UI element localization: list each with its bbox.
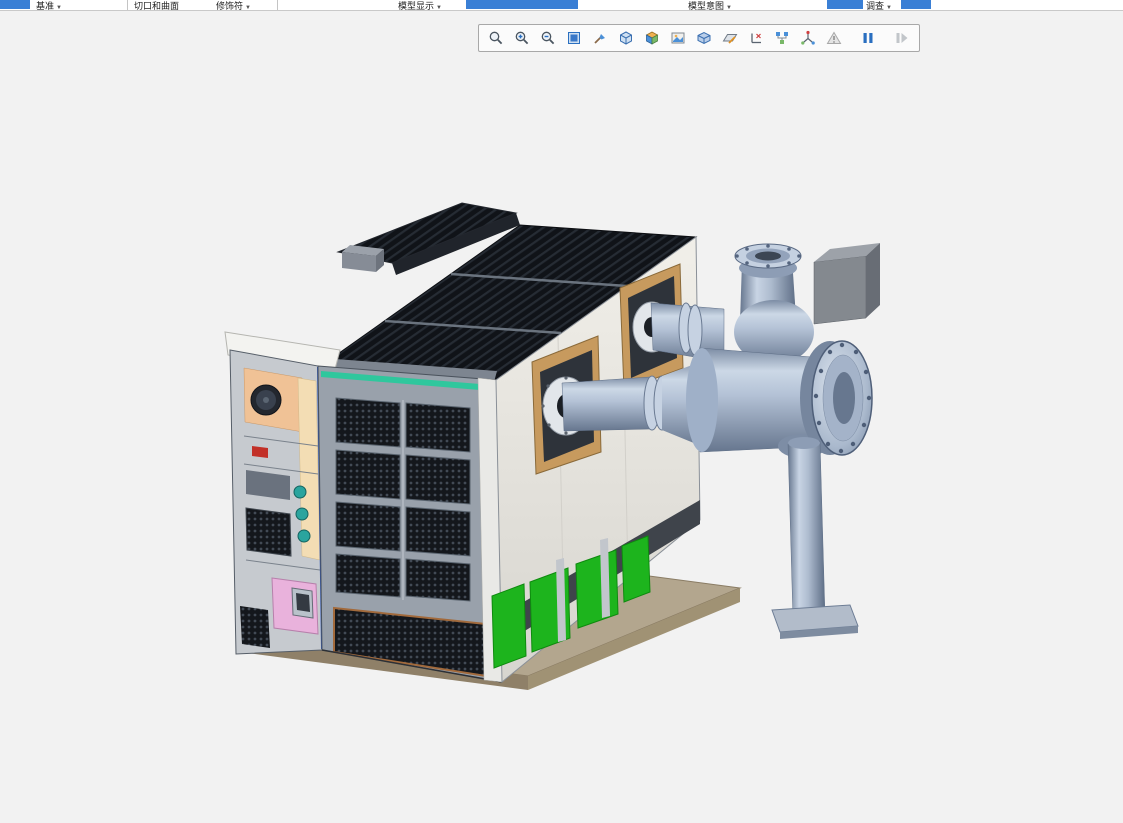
cooling-fan	[250, 384, 282, 416]
annotation-display-button[interactable]	[745, 27, 767, 49]
3d-viewport[interactable]	[0, 11, 1123, 818]
ribbon-button-fragment[interactable]	[827, 0, 863, 9]
chevron-down-icon: ▼	[886, 5, 892, 11]
ribbon-button-fragment[interactable]	[0, 0, 30, 9]
plane-display-button[interactable]	[719, 27, 741, 49]
annotation-display-icon	[751, 33, 761, 44]
ribbon-separator	[277, 0, 278, 10]
cad-application-window: { "ribbon": { "dropdown_arrow": "▼", "gr…	[0, 0, 1123, 818]
zoom-region-button[interactable]	[485, 27, 507, 49]
display-style-icon	[620, 31, 632, 45]
repaint-button[interactable]	[589, 27, 611, 49]
plane-display-icon	[722, 34, 738, 44]
teal-fitting	[293, 485, 307, 499]
cad-model-scene	[224, 202, 880, 690]
teal-fitting	[297, 529, 311, 543]
view-images-button[interactable]	[667, 27, 689, 49]
ribbon-group-cuts-surfaces[interactable]: 切口和曲面	[134, 0, 179, 12]
chevron-down-icon: ▼	[245, 5, 251, 11]
zoom-region-icon	[489, 31, 503, 45]
refit-icon	[568, 32, 580, 44]
pause-icon	[863, 33, 873, 43]
teal-fitting	[295, 507, 309, 521]
repaint-icon	[594, 34, 605, 44]
zoom-out-button[interactable]	[537, 27, 559, 49]
zoom-in-button[interactable]	[511, 27, 533, 49]
left-equipment-cabinet	[229, 349, 323, 655]
electrical-box	[813, 243, 880, 325]
simulation-warning-button[interactable]	[823, 27, 845, 49]
ribbon-button-fragment[interactable]	[466, 0, 578, 9]
refit-button[interactable]	[563, 27, 585, 49]
stand-pipe	[771, 437, 859, 639]
perspective-view-icon	[697, 31, 711, 45]
spin-center-icon	[801, 30, 815, 45]
ribbon-group-datum[interactable]: 基准 ▼	[36, 0, 62, 12]
spin-center-button[interactable]	[797, 27, 819, 49]
saved-orientations-button[interactable]	[641, 27, 663, 49]
chevron-down-icon: ▼	[726, 5, 732, 11]
top-elbow	[734, 243, 814, 364]
ribbon-separator	[127, 0, 128, 10]
saved-orientations-icon	[645, 31, 659, 45]
roof-junction-box	[342, 245, 384, 272]
resume-button[interactable]	[891, 27, 913, 49]
red-connector	[252, 446, 268, 458]
view-images-icon	[671, 32, 685, 44]
ribbon-group-model-intent[interactable]: 模型意图 ▼	[688, 0, 732, 12]
ribbon-group-investigate[interactable]: 调查 ▼	[866, 0, 892, 12]
chevron-down-icon: ▼	[56, 5, 62, 11]
perspective-view-button[interactable]	[693, 27, 715, 49]
graphics-toolbar	[478, 24, 920, 52]
zoom-in-icon	[515, 31, 529, 45]
ribbon-strip: 基准 ▼ 切口和曲面 修饰符 ▼ 模型显示 ▼ 模型意图 ▼ 调查 ▼	[0, 0, 1123, 11]
model-tree-filter-button[interactable]	[771, 27, 793, 49]
front-grille-face	[317, 365, 503, 683]
resume-icon	[896, 33, 908, 43]
pause-button[interactable]	[857, 27, 879, 49]
ribbon-group-model-display[interactable]: 模型显示 ▼	[398, 0, 442, 12]
ribbon-button-fragment[interactable]	[901, 0, 931, 9]
chevron-down-icon: ▼	[436, 5, 442, 11]
display-style-button[interactable]	[615, 27, 637, 49]
model-tree-filter-icon	[776, 32, 788, 44]
ribbon-group-modifiers[interactable]: 修饰符 ▼	[216, 0, 251, 12]
warning-icon	[826, 31, 842, 44]
zoom-out-icon	[541, 31, 555, 45]
